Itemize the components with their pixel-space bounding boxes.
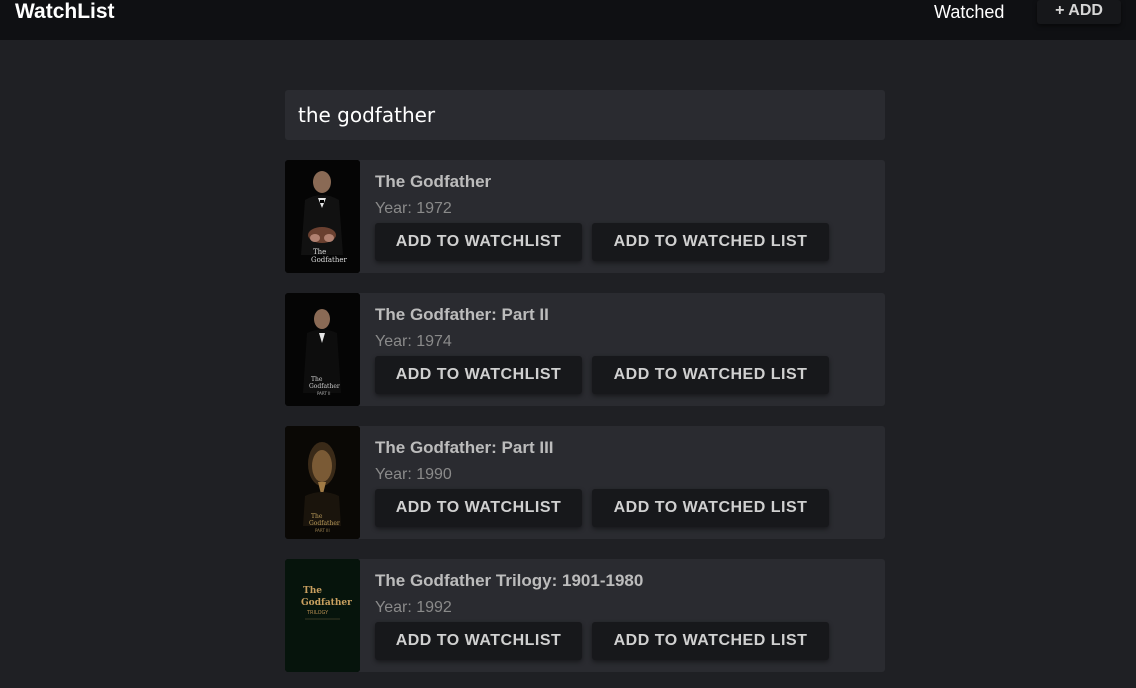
search-input[interactable] (285, 90, 885, 140)
svg-text:Godfather: Godfather (309, 383, 340, 390)
add-to-watchlist-button[interactable]: ADD TO WATCHLIST (375, 622, 582, 660)
svg-text:The: The (313, 248, 326, 256)
movie-title: The Godfather Trilogy: 1901-1980 (375, 571, 644, 590)
svg-text:The: The (311, 513, 323, 520)
movie-title: The Godfather: Part II (375, 305, 549, 324)
svg-text:Godfather: Godfather (309, 520, 340, 527)
movie-year: Year: 1990 (375, 466, 452, 483)
add-to-watched-list-button[interactable]: ADD TO WATCHED LIST (592, 223, 829, 261)
movie-poster: The Godfather TRILOGY (285, 559, 360, 672)
top-navbar: WatchList Watched + ADD (0, 0, 1136, 40)
svg-text:Godfather: Godfather (311, 256, 348, 264)
result-card: The Godfather TRILOGY The Godfather Tril… (285, 559, 885, 672)
add-to-watchlist-button[interactable]: ADD TO WATCHLIST (375, 489, 582, 527)
movie-poster: The Godfather (285, 160, 360, 273)
movie-title: The Godfather (375, 172, 492, 191)
add-to-watchlist-button[interactable]: ADD TO WATCHLIST (375, 223, 582, 261)
svg-text:The: The (303, 586, 322, 596)
nav-watched-link[interactable]: Watched (934, 0, 1004, 24)
svg-text:The: The (311, 376, 323, 383)
movie-poster: The Godfather PART III (285, 426, 360, 539)
result-card: The Godfather The Godfather Year: 1972 A… (285, 160, 885, 273)
brand-logo[interactable]: WatchList (15, 0, 115, 24)
svg-text:PART III: PART III (315, 528, 330, 533)
movie-year: Year: 1972 (375, 200, 452, 217)
svg-text:PART II: PART II (317, 391, 330, 396)
add-to-watched-list-button[interactable]: ADD TO WATCHED LIST (592, 489, 829, 527)
movie-title: The Godfather: Part III (375, 438, 554, 457)
svg-text:Godfather: Godfather (301, 598, 352, 608)
add-to-watched-list-button[interactable]: ADD TO WATCHED LIST (592, 356, 829, 394)
result-card: The Godfather PART II The Godfather: Par… (285, 293, 885, 406)
add-to-watchlist-button[interactable]: ADD TO WATCHLIST (375, 356, 582, 394)
movie-poster: The Godfather PART II (285, 293, 360, 406)
movie-year: Year: 1974 (375, 333, 452, 350)
add-to-watched-list-button[interactable]: ADD TO WATCHED LIST (592, 622, 829, 660)
result-card: The Godfather PART III The Godfather: Pa… (285, 426, 885, 539)
nav-add-button[interactable]: + ADD (1037, 0, 1121, 24)
svg-text:TRILOGY: TRILOGY (306, 610, 329, 616)
movie-year: Year: 1992 (375, 599, 452, 616)
